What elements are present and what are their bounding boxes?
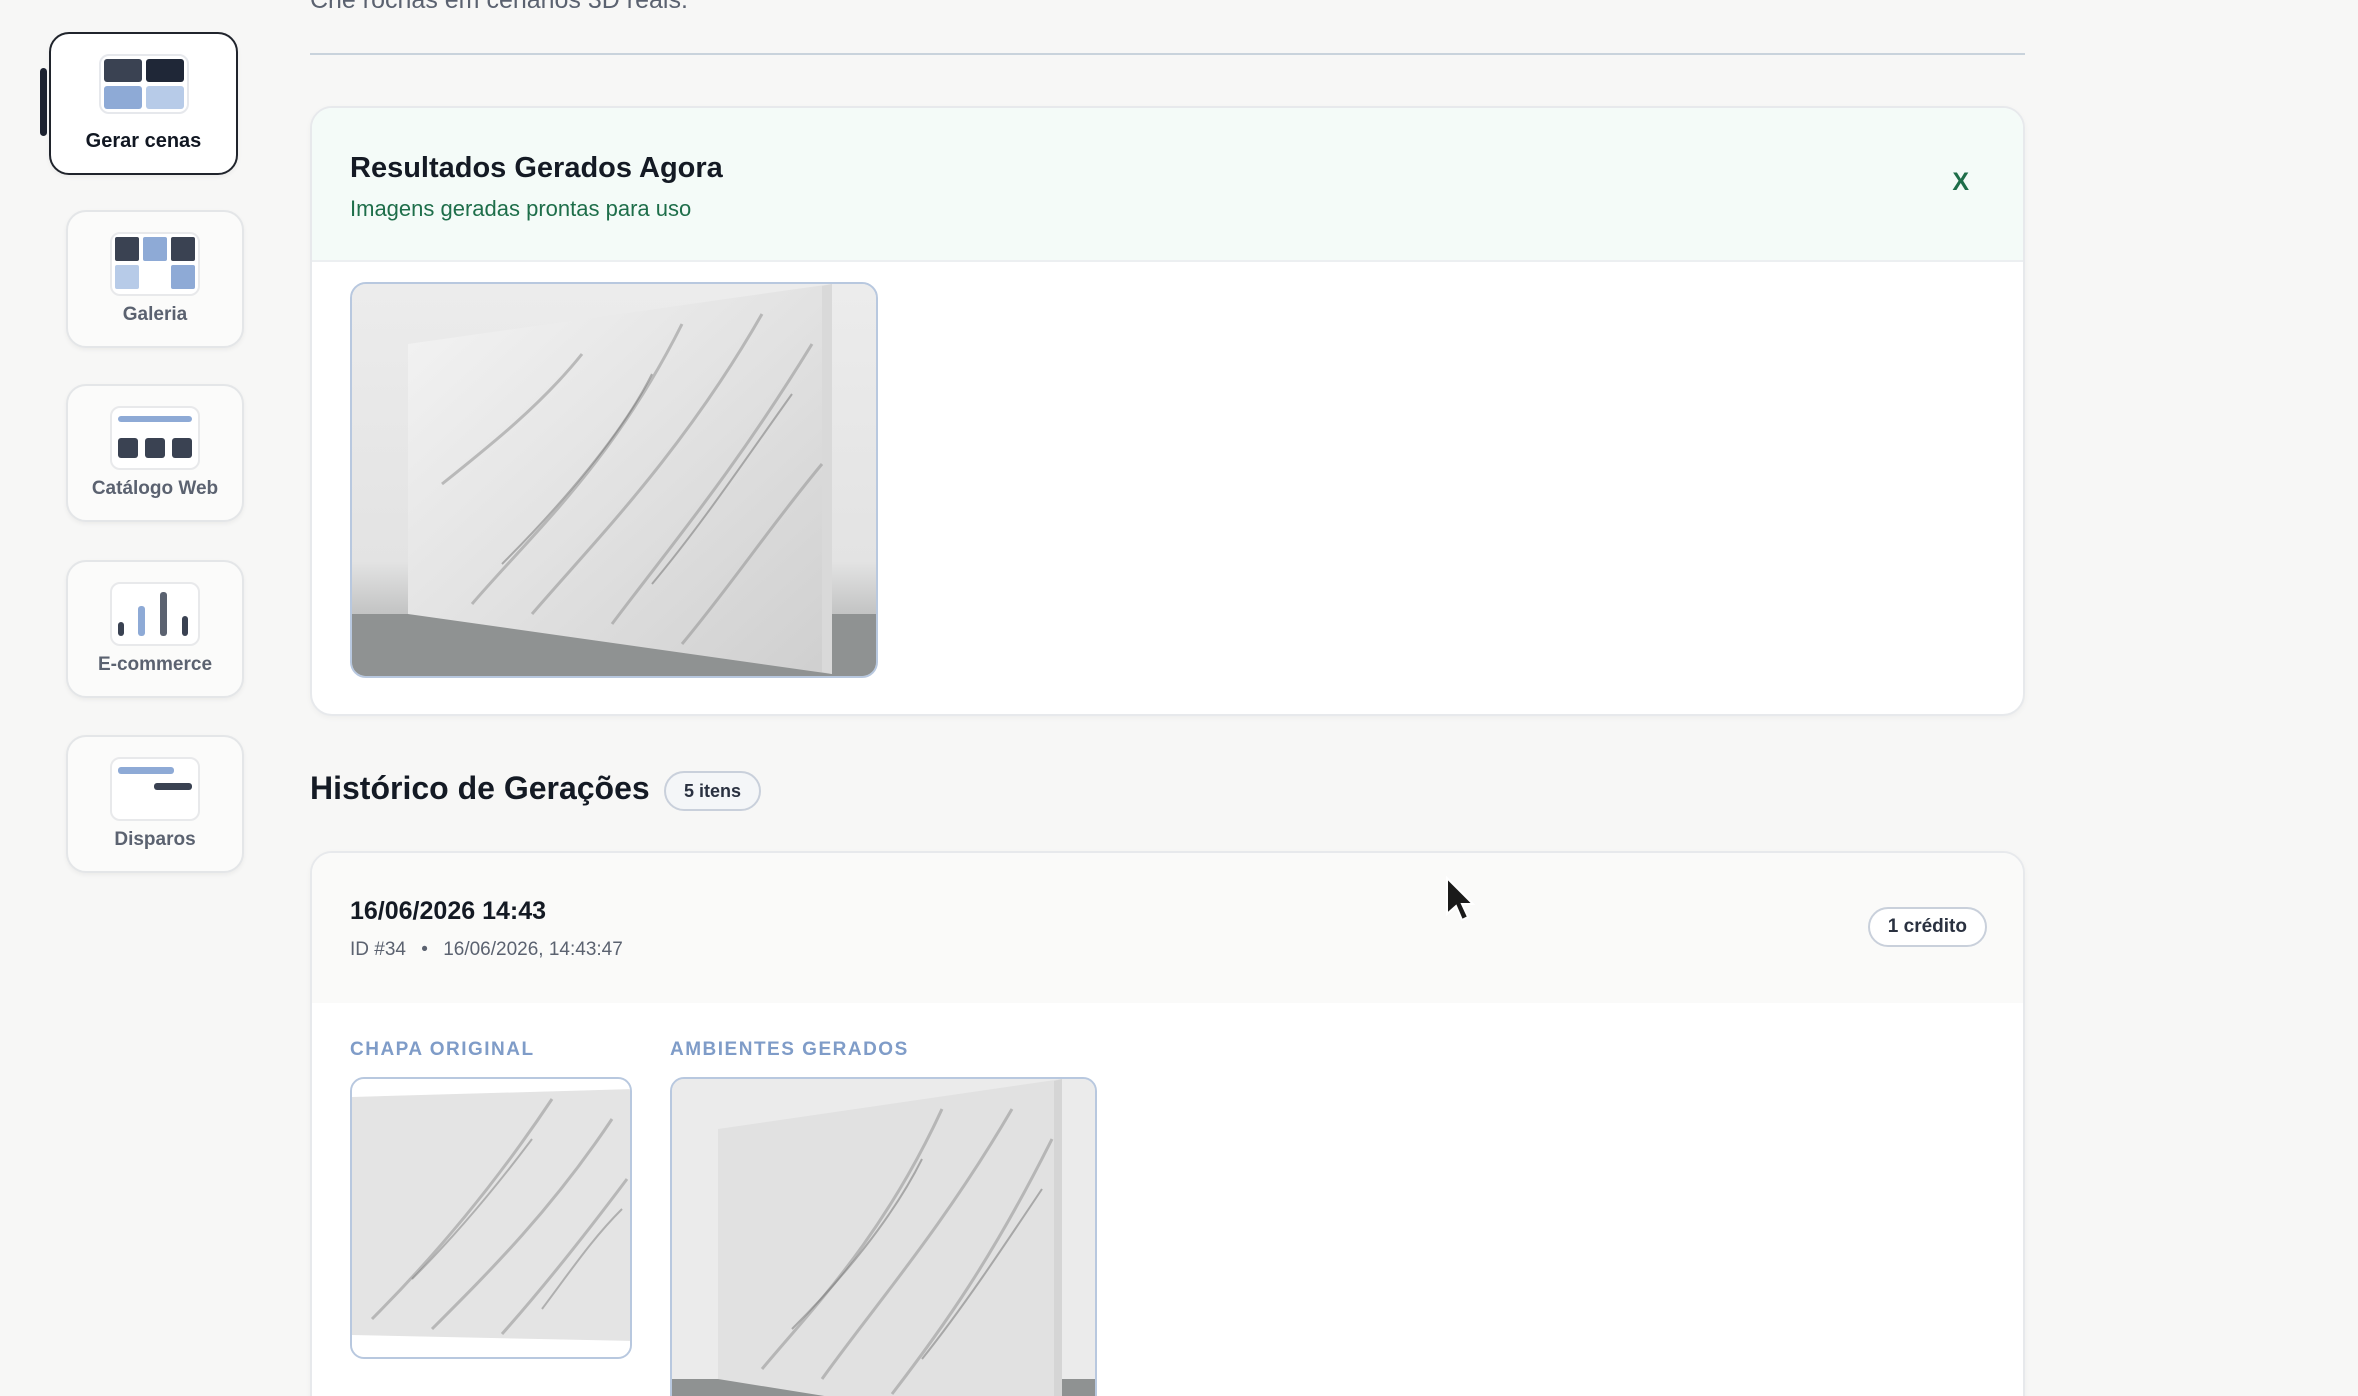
results-subtitle: Imagens geradas prontas para uso <box>350 196 692 221</box>
sidebar-item-disparos[interactable]: Disparos <box>66 735 244 873</box>
close-results-button[interactable]: X <box>1952 168 1969 197</box>
gallery-grid-icon <box>110 232 200 296</box>
app-page: Gerar cenas Galeria Catálogo Web E-comme… <box>0 0 2358 1396</box>
generated-scene-thumbnail[interactable] <box>670 1077 1097 1396</box>
sidebar-item-label: Disparos <box>114 829 196 850</box>
sidebar-item-label: Catálogo Web <box>91 478 219 499</box>
history-count-badge: 5 itens <box>664 771 762 811</box>
history-entry-id: ID #34 <box>350 939 406 960</box>
sidebar-item-label: Galeria <box>122 304 188 325</box>
section-divider <box>310 53 2025 55</box>
sidebar-item-gerar-cenas[interactable]: Gerar cenas <box>49 32 238 175</box>
sidebar-item-label: E-commerce <box>97 654 213 675</box>
credit-badge: 1 crédito <box>1867 907 1987 947</box>
history-title: Histórico de Gerações <box>310 770 650 806</box>
history-entry-meta: ID #34 • 16/06/2026, 14:43:47 <box>350 939 623 961</box>
sidebar-item-galeria[interactable]: Galeria <box>66 210 244 348</box>
catalog-web-icon <box>110 406 200 470</box>
history-entry-date: 16/06/2026 14:43 <box>350 897 547 925</box>
meta-separator: • <box>421 939 428 960</box>
original-slab-label: CHAPA ORIGINAL <box>350 1039 535 1060</box>
generated-scenes-label: AMBIENTES GERADOS <box>670 1039 909 1060</box>
active-indicator <box>40 68 47 136</box>
history-entry-timestamp: 16/06/2026, 14:43:47 <box>443 939 623 960</box>
sidebar-item-catalogo-web[interactable]: Catálogo Web <box>66 384 244 522</box>
original-slab-thumbnail[interactable] <box>350 1077 632 1359</box>
grid-blocks-icon <box>98 54 189 114</box>
history-entry-card: 16/06/2026 14:43 ID #34 • 16/06/2026, 14… <box>310 851 2025 1396</box>
results-header: Resultados Gerados Agora Imagens geradas… <box>312 108 2023 262</box>
page-intro-text: Crie rochas em cenários 3D reais. <box>310 0 688 14</box>
sidebar-item-label: Gerar cenas <box>85 130 202 152</box>
history-entry-header: 16/06/2026 14:43 ID #34 • 16/06/2026, 14… <box>312 853 2023 1003</box>
results-title: Resultados Gerados Agora <box>350 152 723 184</box>
message-lines-icon <box>110 757 200 821</box>
sidebar-item-e-commerce[interactable]: E-commerce <box>66 560 244 698</box>
sidebar: Gerar cenas Galeria Catálogo Web E-comme… <box>0 0 280 1396</box>
results-card: Resultados Gerados Agora Imagens geradas… <box>310 106 2025 716</box>
generated-scene-image[interactable] <box>350 282 878 678</box>
mouse-cursor-icon <box>1445 876 1475 924</box>
bar-chart-icon <box>110 582 200 646</box>
